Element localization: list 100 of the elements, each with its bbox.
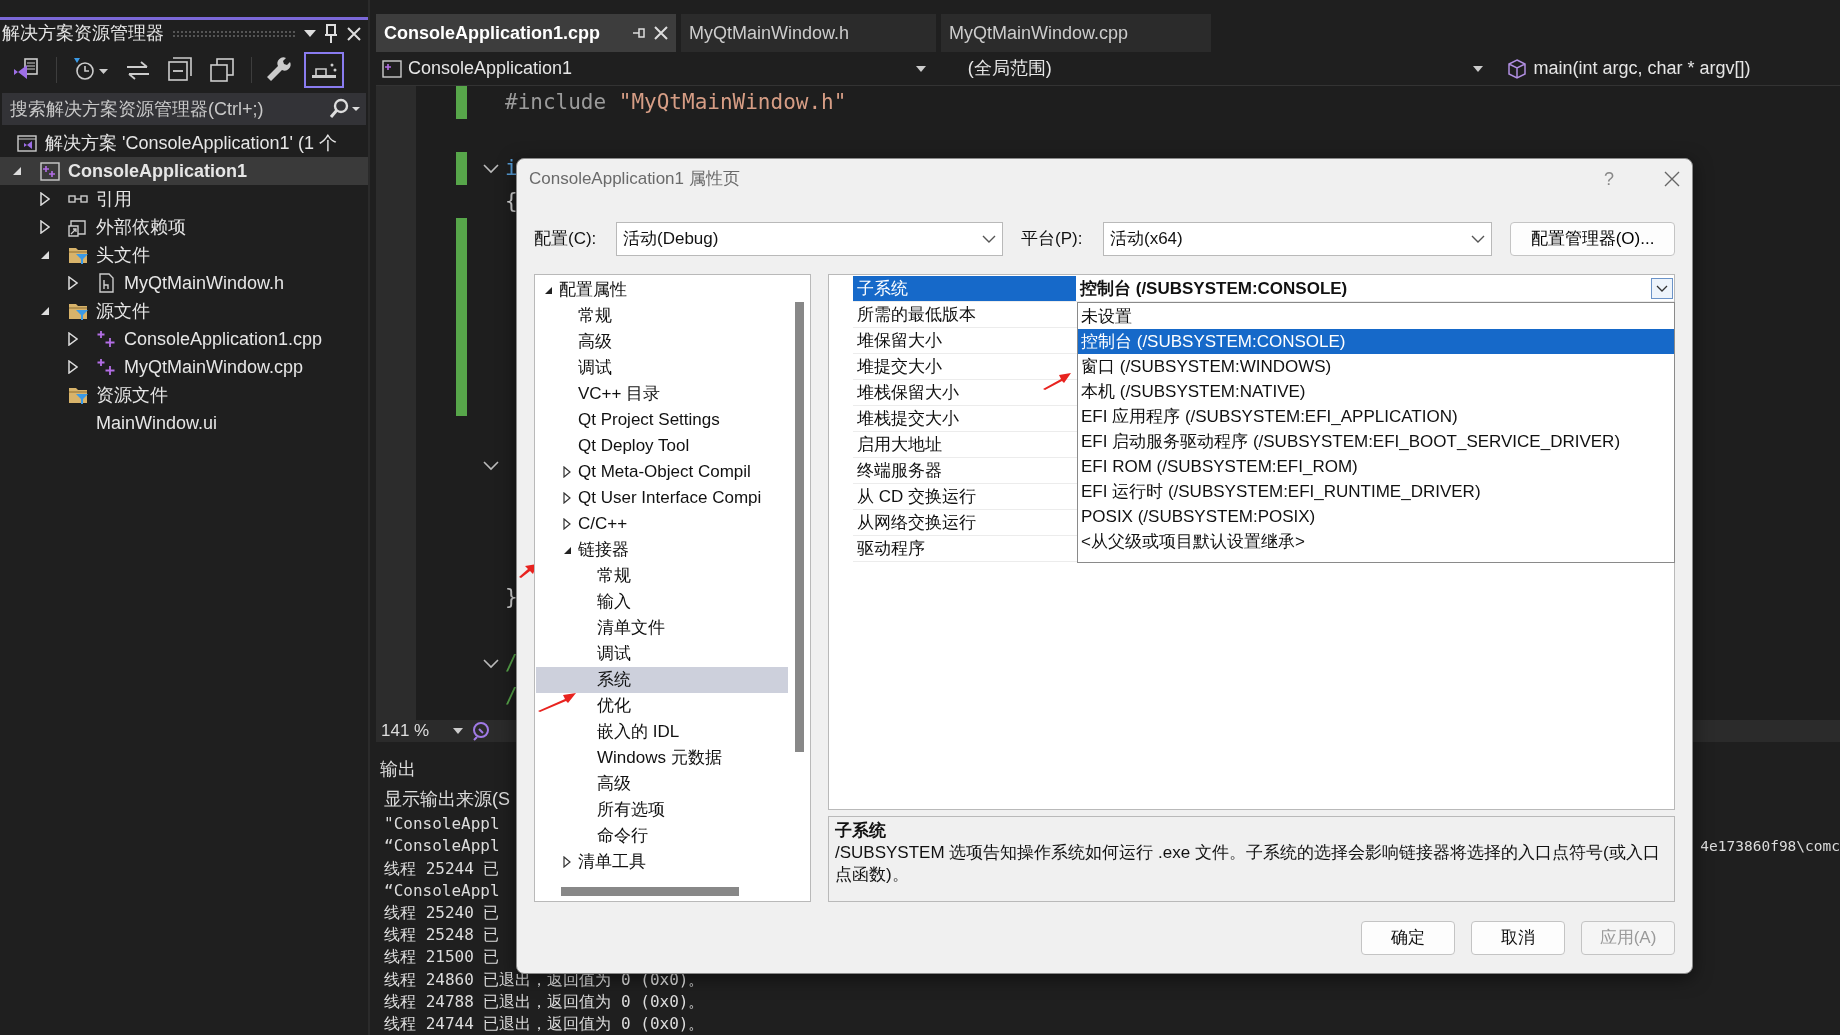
expanded-arrow-icon[interactable]	[40, 250, 50, 260]
collapsed-arrow-icon[interactable]	[563, 492, 571, 504]
panel-title: 输出	[380, 757, 416, 781]
tree-item[interactable]: MainWindow.ui	[0, 409, 368, 437]
expanded-arrow-icon[interactable]	[544, 285, 553, 295]
dropdown-field[interactable]: 活动(x64)	[1103, 222, 1492, 256]
tree-item[interactable]: 所有选项	[536, 797, 788, 823]
chevron-down-icon	[1471, 235, 1485, 243]
tree-item[interactable]: 清单文件	[536, 615, 788, 641]
code-line: #include "MyQtMainWindow.h"	[505, 88, 847, 116]
collapsed-arrow-icon[interactable]	[563, 466, 571, 478]
tree-item[interactable]: ConsoleApplication1.cpp	[0, 325, 368, 353]
collapse-all-icon	[165, 56, 195, 84]
tree-item[interactable]: 清单工具	[536, 849, 788, 875]
description-title: 子系统	[835, 820, 887, 842]
tree-item[interactable]: 配置属性	[536, 277, 788, 303]
assistant-icon[interactable]	[471, 721, 492, 741]
dropdown-option[interactable]: EFI 应用程序 (/SUBSYSTEM:EFI_APPLICATION)	[1078, 404, 1674, 429]
expanded-arrow-icon[interactable]	[40, 306, 50, 316]
tree-item[interactable]: Windows 元数据	[536, 745, 788, 771]
tree-item[interactable]: 外部依赖项	[0, 213, 368, 241]
tree-item[interactable]: 链接器	[536, 537, 788, 563]
configuration-manager-button[interactable]: 配置管理器(O)...	[1510, 222, 1675, 256]
property-name[interactable]: 从网络交换运行	[853, 510, 1076, 536]
editor-tab[interactable]: ConsoleApplication1.cpp	[376, 14, 676, 52]
project-icon	[40, 161, 60, 181]
tree-item[interactable]: 嵌入的 IDL	[536, 719, 788, 745]
property-name[interactable]: 启用大地址	[853, 432, 1076, 458]
tree-item[interactable]: MyQtMainWindow.cpp	[0, 353, 368, 381]
editor-tab[interactable]: MyQtMainWindow.cpp	[941, 14, 1211, 52]
tree-item[interactable]: MyQtMainWindow.h	[0, 269, 368, 297]
expanded-arrow-icon[interactable]	[12, 166, 22, 176]
tree-item[interactable]: Qt Project Settings	[536, 407, 788, 433]
search-icon[interactable]	[328, 98, 362, 120]
code-line: /	[505, 682, 518, 710]
fold-chevron-icon[interactable]	[483, 163, 499, 174]
tree-item[interactable]: ConsoleApplication1	[0, 157, 368, 185]
property-name[interactable]: 子系统	[853, 276, 1076, 302]
dropdown-option[interactable]: 未设置	[1078, 304, 1674, 329]
dropdown-field[interactable]: 活动(Debug)	[616, 222, 1003, 256]
tree-item[interactable]: 常规	[536, 563, 788, 589]
project-icon	[382, 58, 402, 79]
dropdown-icon[interactable]	[304, 29, 316, 38]
search-field[interactable]: 搜索解决方案资源管理器(Ctrl+;)	[2, 93, 366, 125]
code-line: i	[505, 154, 518, 182]
output-line: "ConsoleAppl	[384, 813, 500, 836]
annotation-arrow	[1042, 372, 1072, 390]
collapsed-arrow-icon[interactable]	[563, 856, 571, 868]
dropdown-option[interactable]: 窗口 (/SUBSYSTEM:WINDOWS)	[1078, 354, 1674, 379]
cpp-file-icon	[96, 357, 116, 377]
tree-item[interactable]: 系统	[536, 667, 788, 693]
dropdown-option[interactable]: <从父级或项目默认设置继承>	[1078, 529, 1674, 554]
tree-item[interactable]: 解决方案 'ConsoleApplication1' (1 个	[0, 129, 368, 157]
tree-item[interactable]: Qt User Interface Compi	[536, 485, 788, 511]
output-line: 线程 25248 已	[384, 924, 500, 947]
tree-item[interactable]: 头文件	[0, 241, 368, 269]
property-name[interactable]: 终端服务器	[853, 458, 1076, 484]
property-name[interactable]: 所需的最低版本	[853, 302, 1076, 328]
pin-icon[interactable]	[324, 23, 338, 44]
tree-item[interactable]: C/C++	[536, 511, 788, 537]
property-name[interactable]: 堆保留大小	[853, 328, 1076, 354]
dialog-button[interactable]: 确定	[1361, 921, 1455, 955]
tree-item[interactable]: 优化	[536, 693, 788, 719]
dropdown-option[interactable]: EFI ROM (/SUBSYSTEM:EFI_ROM)	[1078, 454, 1674, 479]
dialog-button[interactable]: 取消	[1471, 921, 1565, 955]
tree-item[interactable]: 资源文件	[0, 381, 368, 409]
scrollbar[interactable]	[561, 887, 739, 896]
tree-item[interactable]: 高级	[536, 771, 788, 797]
dropdown-option[interactable]: 控制台 (/SUBSYSTEM:CONSOLE)	[1078, 329, 1674, 354]
tree-item[interactable]: 源文件	[0, 297, 368, 325]
code-line: /	[505, 649, 518, 677]
tree-item[interactable]: 调试	[536, 641, 788, 667]
property-name[interactable]: 驱动程序	[853, 536, 1076, 562]
dropdown-option[interactable]: EFI 运行时 (/SUBSYSTEM:EFI_RUNTIME_DRIVER)	[1078, 479, 1674, 504]
zoom-dropdown[interactable]: 141 %	[381, 718, 464, 744]
tree-item[interactable]: 输入	[536, 589, 788, 615]
fold-chevron-icon[interactable]	[483, 658, 499, 669]
dropdown-option[interactable]: EFI 启动服务驱动程序 (/SUBSYSTEM:EFI_BOOT_SERVICE_DRIVER)	[1078, 429, 1674, 454]
editor-tab[interactable]: MyQtMainWindow.h	[681, 14, 936, 52]
tree-item[interactable]: 引用	[0, 185, 368, 213]
pin-icon[interactable]	[632, 26, 646, 40]
dropdown-option[interactable]: POSIX (/SUBSYSTEM:POSIX)	[1078, 504, 1674, 529]
scrollbar[interactable]	[795, 302, 804, 752]
dropdown-button[interactable]	[1651, 278, 1673, 299]
tree-item[interactable]: Qt Meta-Object Compil	[536, 459, 788, 485]
tree-item[interactable]: VC++ 目录	[536, 381, 788, 407]
preview-button[interactable]	[304, 52, 344, 88]
tree-item[interactable]: 调试	[536, 355, 788, 381]
property-name[interactable]: 从 CD 交换运行	[853, 484, 1076, 510]
expanded-arrow-icon[interactable]	[563, 545, 572, 555]
fold-chevron-icon[interactable]	[483, 460, 499, 471]
tree-item[interactable]: 常规	[536, 303, 788, 329]
property-name[interactable]: 堆栈提交大小	[853, 406, 1076, 432]
output-line: “ConsoleAppl	[384, 835, 500, 858]
tree-item[interactable]: 高级	[536, 329, 788, 355]
dropdown-option[interactable]: 本机 (/SUBSYSTEM:NATIVE)	[1078, 379, 1674, 404]
tree-item[interactable]: Qt Deploy Tool	[536, 433, 788, 459]
collapsed-arrow-icon[interactable]	[563, 518, 571, 530]
chevron-down-icon	[982, 235, 996, 243]
tree-item[interactable]: 命令行	[536, 823, 788, 849]
